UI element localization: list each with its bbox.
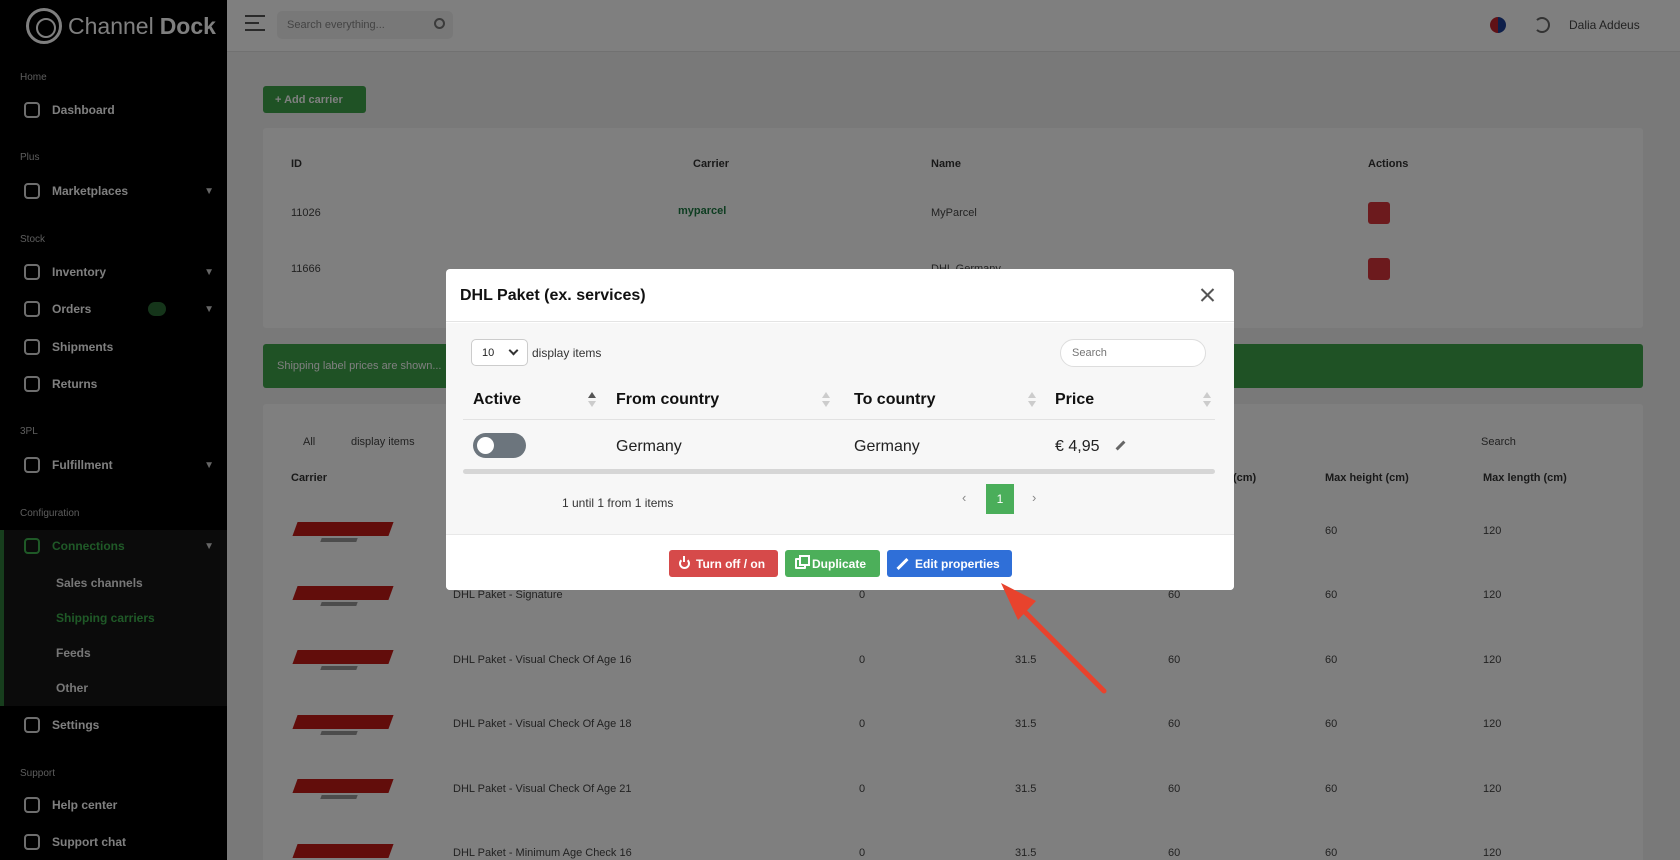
annotation-arrow (1001, 583, 1107, 694)
arrow-shaft (1015, 602, 1107, 694)
